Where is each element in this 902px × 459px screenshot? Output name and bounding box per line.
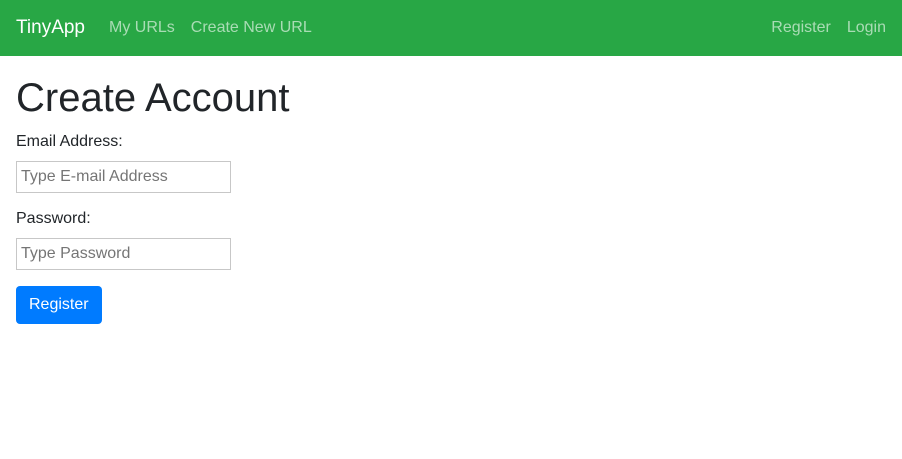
register-button[interactable]: Register [16, 286, 102, 325]
nav-link-login[interactable]: Login [847, 19, 886, 37]
nav-right: Register Login [755, 19, 886, 37]
nav-link-register[interactable]: Register [771, 19, 831, 37]
password-input[interactable] [16, 238, 231, 271]
main-content: Create Account Email Address: Password: … [0, 74, 902, 325]
register-form: Email Address: Password: Register [16, 132, 886, 325]
page-title: Create Account [16, 76, 290, 120]
nav-link-create-new-url[interactable]: Create New URL [191, 19, 312, 37]
email-input[interactable] [16, 161, 231, 194]
nav-link-my-urls[interactable]: My URLs [109, 19, 175, 37]
email-label: Email Address: [16, 133, 123, 150]
password-label: Password: [16, 210, 91, 228]
brand-link[interactable]: TinyApp [16, 17, 85, 39]
navbar: TinyApp My URLs Create New URL Register … [0, 0, 902, 56]
nav-left: My URLs Create New URL [109, 19, 328, 37]
